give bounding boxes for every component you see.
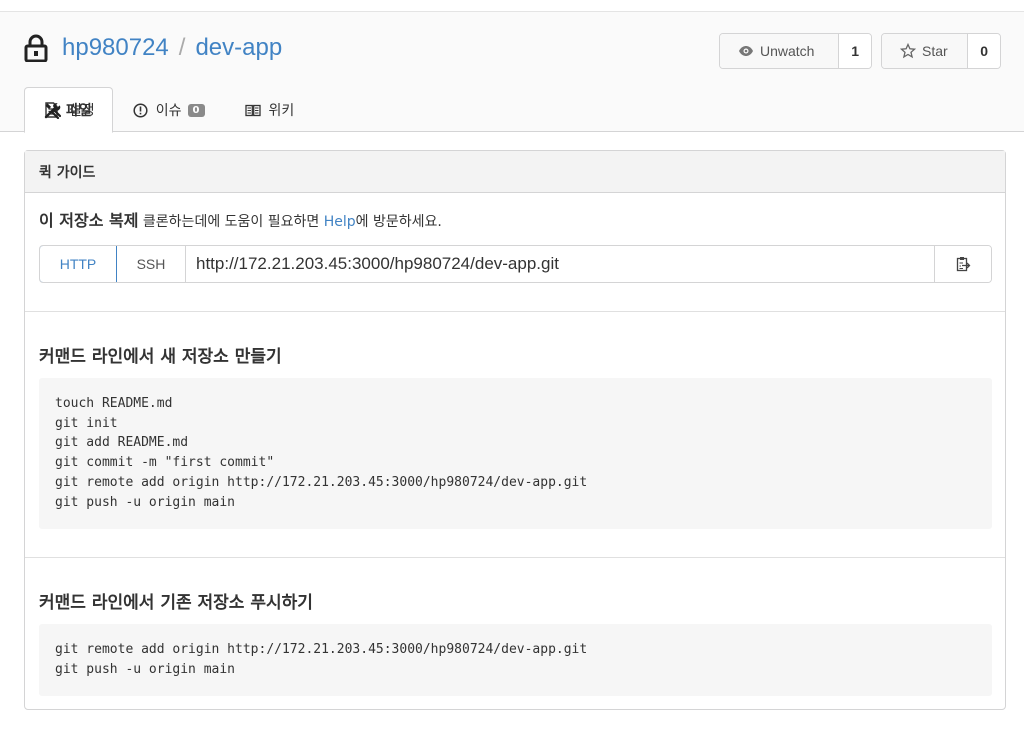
repo-header: hp980724 / dev-app Unwatch 1 Star 0 파일 이… xyxy=(0,11,1024,133)
repo-owner-link[interactable]: hp980724 xyxy=(62,34,169,62)
tools-icon xyxy=(44,102,61,119)
star-button[interactable]: Star xyxy=(882,34,969,68)
eye-icon xyxy=(739,46,753,56)
clone-desc-after: 에 방문하세요. xyxy=(355,214,442,230)
clone-desc-before: 클론하는데에 도움이 필요하면 xyxy=(142,214,324,230)
settings-tab-wrap: 설정 xyxy=(24,87,984,133)
tab-settings[interactable]: 설정 xyxy=(24,87,95,133)
divider xyxy=(25,311,1005,312)
star-group: Star 0 xyxy=(881,33,1001,69)
help-link[interactable]: Help xyxy=(324,214,356,230)
clone-url-bar: HTTP SSH xyxy=(39,245,992,283)
clone-url-input[interactable] xyxy=(186,246,934,282)
ssh-button[interactable]: SSH xyxy=(117,246,186,282)
push-existing-code: git remote add origin http://172.21.203.… xyxy=(39,624,992,696)
repo-title: hp980724 / dev-app xyxy=(24,34,282,62)
repo-separator: / xyxy=(178,34,186,61)
clone-section: 이 저장소 복제 클론하는데에 도움이 필요하면 Help에 방문하세요. HT… xyxy=(39,207,992,283)
new-repo-code: touch README.md git init git add README.… xyxy=(39,378,992,529)
divider xyxy=(25,557,1005,558)
quick-guide-panel: 퀵 가이드 이 저장소 복제 클론하는데에 도움이 필요하면 Help에 방문하… xyxy=(24,150,1006,710)
watch-count[interactable]: 1 xyxy=(839,34,871,68)
quick-guide-header: 퀵 가이드 xyxy=(25,151,1005,193)
repo-name-link[interactable]: dev-app xyxy=(195,34,282,62)
unwatch-button[interactable]: Unwatch xyxy=(720,34,840,68)
star-count[interactable]: 0 xyxy=(968,34,1000,68)
copy-url-button[interactable] xyxy=(934,246,991,282)
push-existing-title: 커맨드 라인에서 기존 저장소 푸시하기 xyxy=(39,593,313,613)
unwatch-label: Unwatch xyxy=(760,43,815,59)
http-button[interactable]: HTTP xyxy=(40,246,117,282)
lock-icon xyxy=(24,34,48,62)
watch-group: Unwatch 1 xyxy=(719,33,872,69)
star-label: Star xyxy=(922,43,948,59)
star-icon xyxy=(900,43,916,59)
clone-title-line: 이 저장소 복제 클론하는데에 도움이 필요하면 Help에 방문하세요. xyxy=(39,207,992,231)
new-repo-title: 커맨드 라인에서 새 저장소 만들기 xyxy=(39,347,282,367)
clipboard-icon xyxy=(956,257,970,272)
tab-settings-label: 설정 xyxy=(69,103,95,119)
clone-title: 이 저장소 복제 xyxy=(39,211,139,230)
